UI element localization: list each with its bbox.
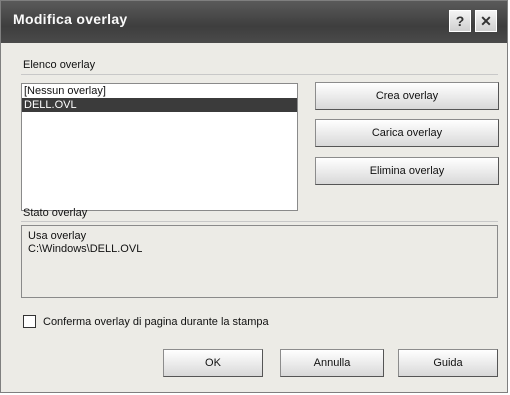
overlay-listbox[interactable]: [Nessun overlay] DELL.OVL: [21, 83, 298, 211]
help-button[interactable]: ?: [449, 10, 471, 32]
list-item-no-overlay[interactable]: [Nessun overlay]: [22, 84, 297, 98]
status-line-path: C:\Windows\DELL.OVL: [28, 243, 143, 255]
confirm-overlay-checkbox[interactable]: [23, 315, 36, 328]
status-group-divider: [21, 221, 498, 222]
guide-button[interactable]: Guida: [398, 349, 498, 377]
ok-button[interactable]: OK: [163, 349, 263, 377]
list-item-dell-ovl[interactable]: DELL.OVL: [22, 98, 297, 112]
close-icon: ✕: [480, 13, 492, 29]
status-line-use-overlay: Usa overlay: [28, 230, 87, 242]
create-overlay-button[interactable]: Crea overlay: [315, 82, 499, 110]
overlay-list-label: Elenco overlay: [23, 59, 96, 71]
close-button[interactable]: ✕: [475, 10, 497, 32]
window-title: Modifica overlay: [13, 11, 128, 27]
help-icon: ?: [455, 13, 465, 29]
dialog-body: Elenco overlay [Nessun overlay] DELL.OVL…: [1, 43, 507, 392]
cancel-button[interactable]: Annulla: [280, 349, 384, 377]
overlay-status-label: Stato overlay: [23, 207, 88, 219]
overlay-dialog: Modifica overlay ? ✕ Elenco overlay [Nes…: [0, 0, 508, 393]
title-bar[interactable]: Modifica overlay ? ✕: [1, 1, 507, 43]
delete-overlay-button[interactable]: Elimina overlay: [315, 157, 499, 185]
confirm-overlay-label: Conferma overlay di pagina durante la st…: [43, 316, 269, 328]
overlay-status-box: Usa overlay C:\Windows\DELL.OVL: [21, 225, 498, 298]
load-overlay-button[interactable]: Carica overlay: [315, 119, 499, 147]
list-group-divider: [21, 74, 498, 75]
